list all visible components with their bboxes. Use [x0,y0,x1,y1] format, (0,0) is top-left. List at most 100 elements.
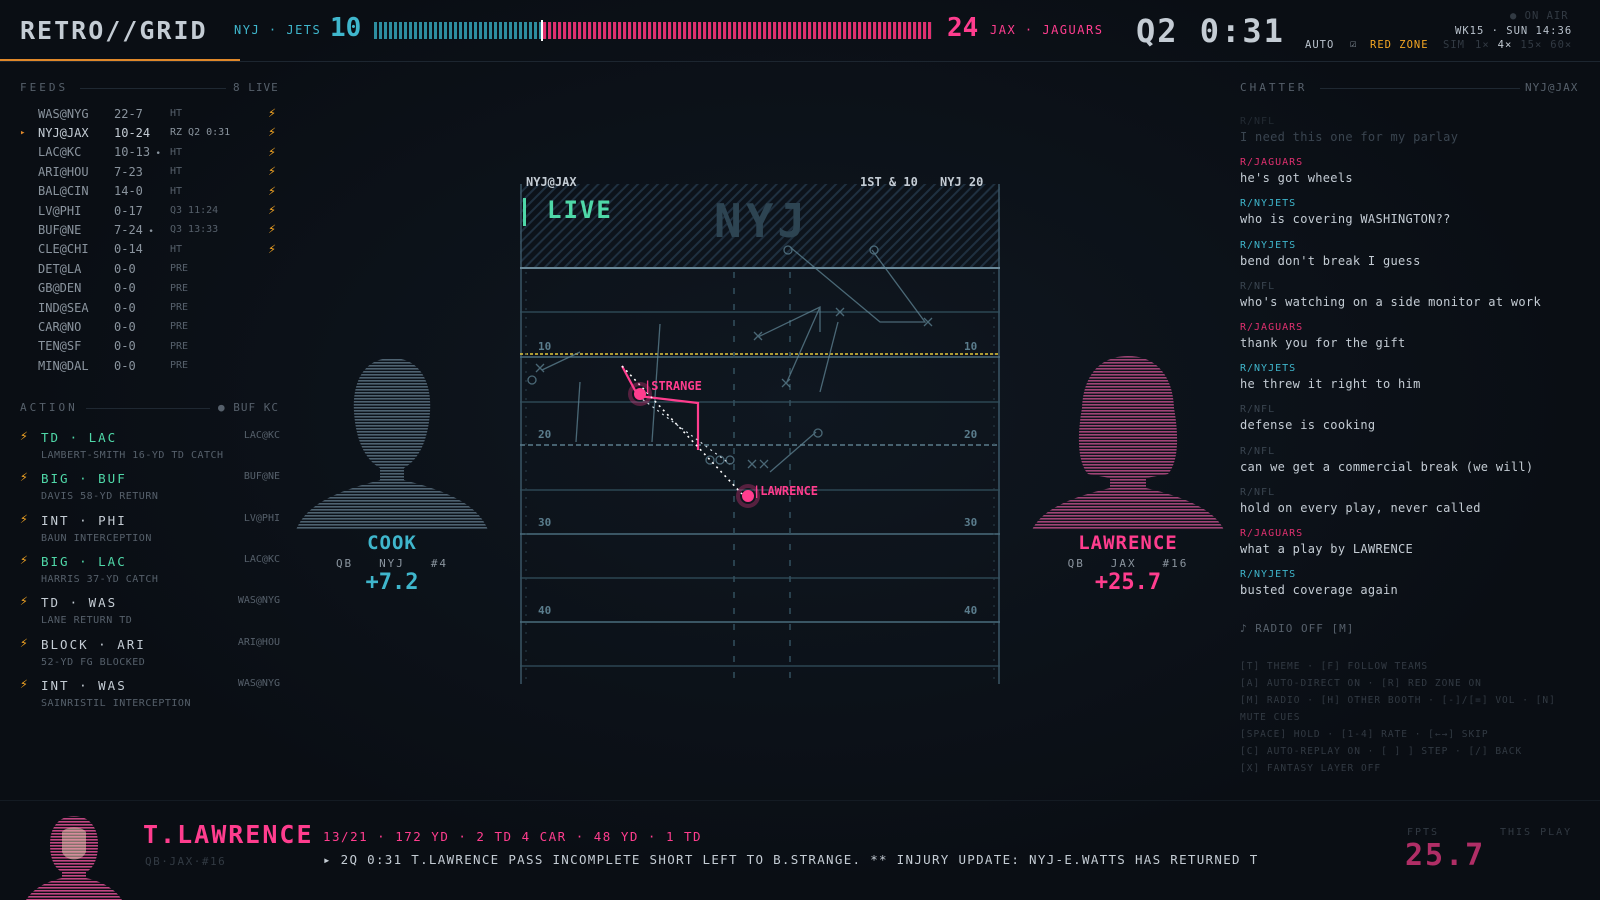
feed-status: HT [170,166,183,178]
feeds-rule [80,88,226,89]
feed-row[interactable]: DET@LA 0-0 PRE [20,259,280,278]
action-desc: LAMBERT-SMITH 16-YD TD CATCH [41,450,224,461]
feed-score: 0-0 [114,320,170,334]
chat-message: R/NFL who's watching on a side monitor at… [1240,281,1580,309]
action-game: LAC@KC [243,430,280,441]
chat-message: R/NFL hold on every play, never called [1240,487,1580,515]
qb-tag: |LAWRENCE [753,484,819,498]
action-item[interactable]: ⚡ TD · WAS WAS@NYG LANE RETURN TD [20,593,280,633]
chat-message: R/NYJETS bend don't break I guess [1240,240,1580,268]
help-line: [M] RADIO · [H] OTHER BOOTH · [-]/[=] VO… [1240,695,1556,706]
chat-text: bend don't break I guess [1240,253,1421,268]
left-player-portrait [296,358,488,530]
right-player-name: LAWRENCE [1078,532,1178,554]
feed-row[interactable]: IND@SEA 0-0 PRE [20,298,280,317]
redzone-checkbox[interactable]: ☑ [1350,38,1357,50]
field-graphic [520,184,1000,684]
feed-status: PRE [170,340,189,352]
feed-score-text: 0-0 [114,339,136,354]
feed-row[interactable]: LV@PHI 0-17 Q3 11:24 ⚡ [20,201,280,220]
feeds-heading: FEEDS [20,81,69,94]
app-logo: RETRO//GRID [20,16,208,45]
action-item[interactable]: ⚡ BIG · LAC LAC@KC HARRIS 37-YD CATCH [20,552,280,592]
action-item[interactable]: ⚡ BIG · BUF BUF@NE DAVIS 58-YD RETURN [20,469,280,509]
left-player-meta: QB NYJ #4 [292,557,492,570]
auto-toggle[interactable]: AUTO [1305,39,1334,51]
feed-score: 7-23 [114,165,170,179]
feed-status: Q3 11:24 [170,205,219,216]
action-game: WAS@NYG [237,677,280,689]
chat-text: thank you for the gift [1240,336,1406,350]
redzone-toggle[interactable]: RED ZONE [1370,39,1429,51]
feed-score: 10-13 • [114,145,170,159]
feed-row[interactable]: CLE@CHI 0-14 HT ⚡ [20,240,280,259]
action-desc: BAUN INTERCEPTION [41,532,152,544]
feed-row[interactable]: BUF@NE 7-24 • Q3 13:33 ⚡ [20,220,280,239]
action-title: BIG · BUF [41,471,127,487]
live-indicator: LIVE [547,196,613,224]
feed-game: GB@DEN [38,281,82,296]
play-field: NYJ@JAX 1ST & 10 NYJ 20 LIVE NYJ 10 10 20 2… [520,172,1000,684]
chat-message: R/NYJETS who is covering WASHINGTON?? [1240,198,1580,226]
lightning-icon: ⚡ [20,511,28,527]
lightning-icon: ⚡ [268,203,276,218]
feed-game: CLE@CHI [38,242,89,257]
sim-rate-option[interactable]: 1× [1475,39,1490,51]
feed-game: DET@LA [38,261,82,276]
action-item[interactable]: ⚡ TD · LAC LAC@KC LAMBERT-SMITH 16-YD TD CA… [20,428,280,468]
week-time: WK15 · SUN 14:36 [1455,25,1573,37]
sim-rate-option[interactable]: 15× [1520,39,1542,51]
action-desc: HARRIS 37-YD CATCH [41,573,159,585]
action-game: LV@PHI [243,512,280,524]
feed-row[interactable]: WAS@NYG 22-7 HT ⚡ [20,104,280,123]
feed-status: PRE [170,360,189,372]
play-ticker: ▸ 2Q 0:31 T.LAWRENCE PASS INCOMPLETE SHO… [323,852,1259,867]
chat-text: hold on every play, never called [1240,500,1481,515]
yard-label: 10 [964,340,978,353]
feed-row[interactable]: CAR@NO 0-0 PRE [20,317,280,336]
action-item[interactable]: ⚡ INT · WAS WAS@NYG SAINRISTIL INTERCEPTION [20,676,280,716]
sim-rate-option[interactable]: 60× [1550,39,1572,51]
action-item[interactable]: ⚡ BLOCK · ARI ARI@HOU 52-YD FG BLOCKED [20,635,280,675]
feed-game: BAL@CIN [38,184,89,199]
action-item[interactable]: ⚡ INT · PHI LV@PHI BAUN INTERCEPTION [20,511,280,551]
chat-text: can we get a commercial break (we will) [1240,459,1534,474]
lightning-icon: ⚡ [268,106,276,121]
feed-row[interactable]: TEN@SF 0-0 PRE [20,337,280,356]
yard-label: 20 [964,428,978,441]
sim-rate-option[interactable]: 4× [1498,39,1513,51]
feed-row[interactable]: BAL@CIN 14-0 HT ⚡ [20,182,280,201]
lightning-icon: ⚡ [268,222,276,238]
feed-status: HT [170,146,183,158]
feed-row[interactable]: GB@DEN 0-0 PRE [20,279,280,298]
left-player-team: NYJ [379,557,405,570]
chat-message: R/NFL I need this one for my parlay [1240,116,1580,144]
yard-label: 20 [538,428,552,441]
feed-game: NYJ@JAX [38,125,89,140]
chat-user: R/NFL [1240,404,1276,416]
lightning-icon: ⚡ [20,635,28,651]
chat-text: who is covering WASHINGTON?? [1240,212,1451,227]
lightning-icon: ⚡ [268,125,276,141]
feed-row[interactable]: MIN@DAL 0-0 PRE [20,356,280,375]
feed-score: 0-17 [114,204,170,218]
lightning-icon: ⚡ [268,183,276,199]
action-desc: 52-YD FG BLOCKED [41,656,146,668]
action-heading: ACTION [20,401,78,414]
action-desc: DAVIS 58-YD RETURN [41,491,159,503]
endzone-label: NYJ [714,194,810,248]
action-filter[interactable]: ● BUF KC [218,401,279,414]
this-play-label: THIS PLAY [1500,827,1573,838]
action-desc: SAINRISTIL INTERCEPTION [41,697,191,709]
radio-toggle[interactable]: ♪ RADIO OFF [M] [1240,622,1354,635]
feed-row[interactable]: ▸ NYJ@JAX 10-24 RZ Q2 0:31 ⚡ [20,123,280,142]
win-probability-bar [374,20,932,41]
feed-score-text: 0-0 [114,319,136,334]
help-line: [T] THEME · [F] FOLLOW TEAMS [1240,661,1429,672]
feed-row[interactable]: ARI@HOU 7-23 HT ⚡ [20,162,280,181]
chat-user: R/NFL [1240,116,1276,127]
fpts-value: 25.7 [1405,838,1486,873]
lightning-icon: ⚡ [20,594,28,610]
feed-row[interactable]: LAC@KC 10-13 • HT ⚡ [20,143,280,162]
right-player-num: #16 [1162,557,1189,570]
